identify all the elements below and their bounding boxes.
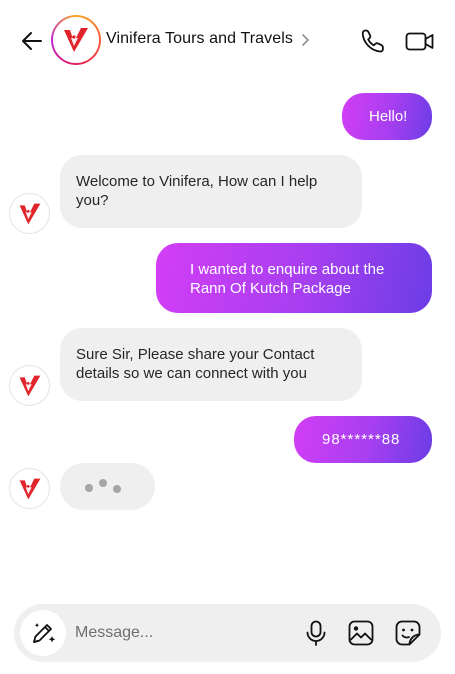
contact-avatar-small[interactable] <box>9 365 50 406</box>
message-text: Hello! <box>369 108 408 125</box>
video-camera-icon[interactable] <box>404 27 436 55</box>
typing-indicator <box>60 463 155 510</box>
message-composer: Message... <box>14 604 441 662</box>
incoming-message[interactable]: Welcome to Vinifera, How can I help you? <box>60 155 362 228</box>
sticker-icon[interactable] <box>394 619 422 647</box>
chat-header: Vinifera Tours and Travels <box>0 0 455 82</box>
message-text: Sure Sir, Please share your Contact <box>76 346 315 363</box>
message-text: 98******88 <box>322 431 401 448</box>
chevron-right-icon[interactable] <box>300 31 312 49</box>
microphone-icon[interactable] <box>303 619 329 647</box>
ai-write-button[interactable] <box>20 610 66 656</box>
typing-dot <box>99 479 107 487</box>
message-text: you? <box>76 192 109 209</box>
outgoing-message[interactable]: Hello! <box>342 93 432 140</box>
back-arrow-icon[interactable] <box>18 27 46 55</box>
vinifera-logo-icon <box>19 375 40 396</box>
typing-dot <box>85 484 93 492</box>
message-text: Rann Of Kutch Package <box>190 280 351 297</box>
pencil-sparkle-icon <box>33 623 56 643</box>
contact-name[interactable]: Vinifera Tours and Travels <box>106 30 293 48</box>
outgoing-message[interactable]: 98******88 <box>294 416 432 463</box>
message-text: I wanted to enquire about the <box>190 261 385 278</box>
vinifera-logo-icon <box>19 203 40 224</box>
typing-dot <box>113 485 121 493</box>
phone-icon[interactable] <box>359 27 387 55</box>
contact-avatar[interactable] <box>51 15 101 65</box>
vinifera-logo-icon <box>64 28 88 52</box>
incoming-message[interactable]: Sure Sir, Please share your Contact deta… <box>60 328 362 401</box>
message-text: details so we can connect with you <box>76 365 307 382</box>
message-input[interactable]: Message... <box>75 624 153 642</box>
outgoing-message[interactable]: I wanted to enquire about the Rann Of Ku… <box>156 243 432 313</box>
contact-avatar-small[interactable] <box>9 468 50 509</box>
image-icon[interactable] <box>347 619 375 647</box>
message-text: Welcome to Vinifera, How can I help <box>76 173 318 190</box>
contact-avatar-small[interactable] <box>9 193 50 234</box>
vinifera-logo-icon <box>19 478 40 499</box>
